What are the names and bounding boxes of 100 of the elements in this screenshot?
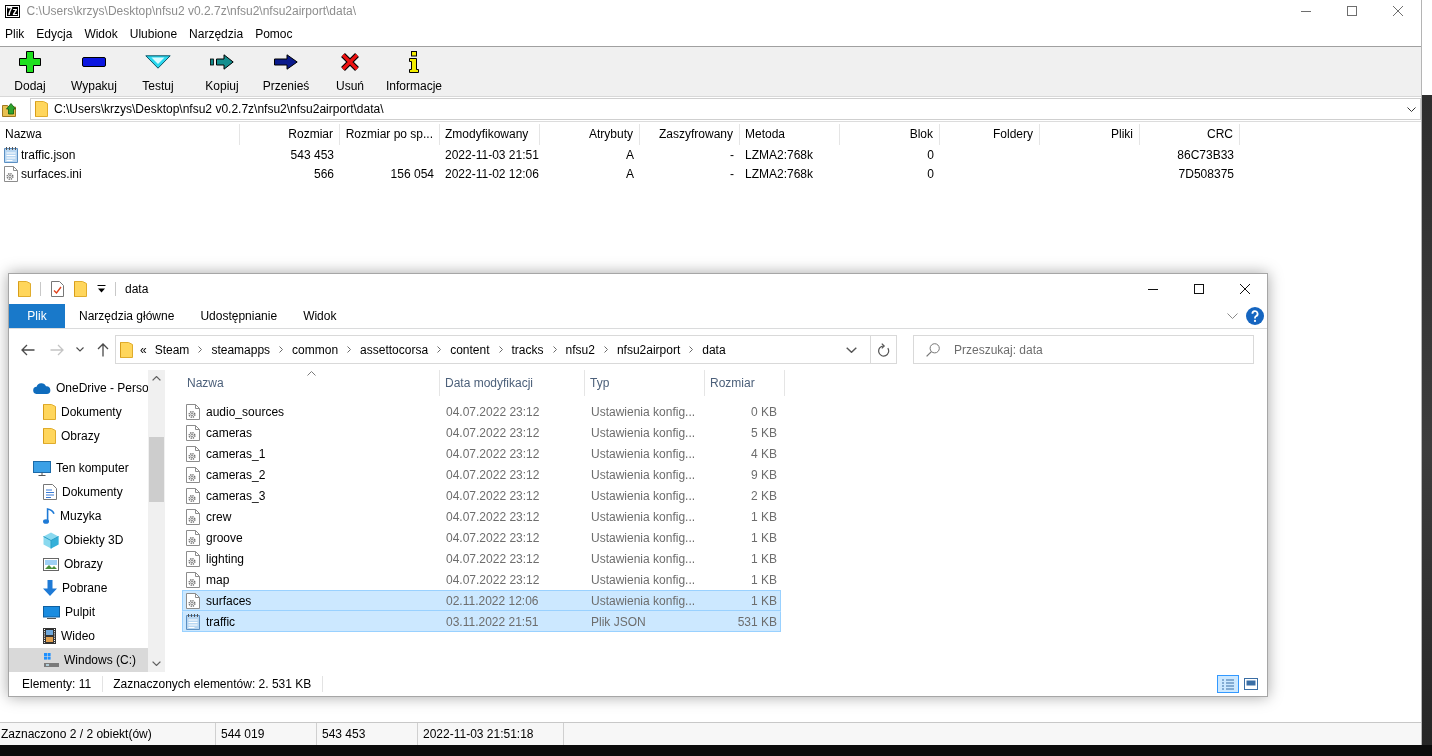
- dropdown-arrow-icon[interactable]: [97, 285, 106, 293]
- column-header[interactable]: Rozmiar po sp...: [340, 124, 440, 145]
- file-row[interactable]: audio_sources 04.07.2022 23:12 Ustawienia konfig... 0 KB: [182, 401, 781, 422]
- nav-item[interactable]: Windows (C:): [9, 648, 148, 672]
- extract-button[interactable]: Wypakuj: [64, 47, 124, 96]
- file-row[interactable]: lighting 04.07.2022 23:12 Ustawienia konfig... 1 KB: [182, 548, 781, 569]
- breadcrumb[interactable]: common: [288, 342, 343, 357]
- help-icon[interactable]: [1246, 307, 1264, 325]
- file-row[interactable]: cameras 04.07.2022 23:12 Ustawienia konfig... 5 KB: [182, 422, 781, 443]
- column-header[interactable]: Nazwa: [0, 124, 240, 145]
- breadcrumb[interactable]: content: [446, 342, 494, 357]
- menu-item[interactable]: Pomoc: [249, 27, 299, 41]
- file-row[interactable]: crew 04.07.2022 23:12 Ustawienia konfig... 1 KB: [182, 506, 781, 527]
- check-document-icon[interactable]: [51, 281, 64, 297]
- maximize-icon[interactable]: [1194, 284, 1204, 294]
- delete-button[interactable]: Usuń: [320, 47, 380, 96]
- move-button[interactable]: Przenieś: [256, 47, 316, 96]
- tiles-view-icon[interactable]: [1242, 675, 1260, 693]
- back-arrow-icon[interactable]: [21, 343, 35, 356]
- nav-item[interactable]: Ten komputer: [9, 456, 148, 480]
- nav-item[interactable]: Obiekty 3D: [9, 528, 148, 552]
- file-menu-tab[interactable]: Plik: [9, 304, 65, 328]
- column-header[interactable]: Foldery: [940, 124, 1040, 145]
- chevron-right-icon[interactable]: [347, 346, 352, 353]
- column-header[interactable]: Blok: [840, 124, 940, 145]
- test-button[interactable]: Testuj: [128, 47, 188, 96]
- nav-item[interactable]: Pobrane: [9, 576, 148, 600]
- chevron-right-icon[interactable]: [437, 346, 442, 353]
- nav-item[interactable]: Obrazy: [9, 424, 148, 448]
- breadcrumb[interactable]: nfsu2: [561, 342, 599, 357]
- chevron-down-icon[interactable]: [76, 347, 84, 352]
- breadcrumb[interactable]: steamapps: [207, 342, 275, 357]
- copy-button[interactable]: Kopiuj: [192, 47, 252, 96]
- scroll-down-icon[interactable]: [152, 661, 161, 666]
- menu-item[interactable]: Ulubione: [123, 27, 184, 41]
- breadcrumb[interactable]: Steam: [150, 342, 194, 357]
- column-header[interactable]: CRC: [1140, 124, 1240, 145]
- menu-item[interactable]: Narzędzia: [183, 27, 250, 41]
- column-header[interactable]: Zaszyfrowany: [640, 124, 740, 145]
- column-header[interactable]: Data modyfikacji: [440, 370, 585, 396]
- file-date: 04.07.2022 23:12: [445, 403, 541, 421]
- nav-item[interactable]: Obrazy: [9, 552, 148, 576]
- menu-item[interactable]: Edycja: [30, 27, 79, 41]
- chevron-right-icon[interactable]: [552, 346, 557, 353]
- ribbon-tab[interactable]: Narzędzia główne: [65, 304, 188, 328]
- chevron-right-icon[interactable]: [603, 346, 608, 353]
- file-row[interactable]: cameras_1 04.07.2022 23:12 Ustawienia konfig... 4 KB: [182, 443, 781, 464]
- info-button[interactable]: Informacje: [384, 47, 444, 96]
- column-header[interactable]: Rozmiar: [240, 124, 340, 145]
- nav-item[interactable]: Muzyka: [9, 504, 148, 528]
- folder-up-icon[interactable]: [2, 101, 19, 117]
- breadcrumb[interactable]: data: [698, 342, 730, 357]
- breadcrumb[interactable]: tracks: [507, 342, 548, 357]
- nav-item[interactable]: Wideo: [9, 624, 148, 648]
- file-row[interactable]: cameras_3 04.07.2022 23:12 Ustawienia konfig... 2 KB: [182, 485, 781, 506]
- column-header[interactable]: Typ: [585, 370, 705, 396]
- add-button[interactable]: Dodaj: [0, 47, 60, 96]
- chevron-right-icon[interactable]: [279, 346, 284, 353]
- nav-item[interactable]: Dokumenty: [9, 480, 148, 504]
- nav-item[interactable]: OneDrive - Perso: [9, 376, 148, 400]
- minimize-icon[interactable]: [1148, 288, 1158, 290]
- column-header[interactable]: Atrybuty: [540, 124, 640, 145]
- file-type: Ustawienia konfig...: [590, 508, 697, 526]
- menu-item[interactable]: Widok: [78, 27, 124, 41]
- file-row[interactable]: cameras_2 04.07.2022 23:12 Ustawienia konfig... 9 KB: [182, 464, 781, 485]
- chevron-right-icon[interactable]: [689, 346, 694, 353]
- chevron-down-icon[interactable]: [846, 346, 857, 353]
- column-header[interactable]: Metoda: [740, 124, 840, 145]
- file-type: Ustawienia konfig...: [590, 592, 697, 610]
- breadcrumb[interactable]: nfsu2airport: [612, 342, 685, 357]
- refresh-icon[interactable]: [877, 342, 890, 357]
- ribbon-tab[interactable]: Widok: [290, 304, 350, 328]
- ribbon-tab[interactable]: Udostępnianie: [187, 304, 291, 328]
- nav-item[interactable]: Dokumenty: [9, 400, 148, 424]
- address-bar[interactable]: « Steam steamapps common assettocorsa content tracks nfsu2 nfsu2airport data: [115, 335, 897, 364]
- breadcrumb[interactable]: assettocorsa: [356, 342, 433, 357]
- picture-icon: [43, 557, 59, 571]
- file-row[interactable]: map 04.07.2022 23:12 Ustawienia konfig... 1 KB: [182, 569, 781, 590]
- search-field[interactable]: Przeszukaj: data: [913, 335, 1254, 364]
- chevron-right-icon[interactable]: [498, 346, 503, 353]
- file-row[interactable]: groove 04.07.2022 23:12 Ustawienia konfig... 1 KB: [182, 527, 781, 548]
- nav-item[interactable]: Pulpit: [9, 600, 148, 624]
- file-row[interactable]: surfaces 02.11.2022 12:06 Ustawienia konfig... 1 KB: [182, 590, 781, 611]
- scroll-up-icon[interactable]: [152, 376, 161, 381]
- chevron-right-icon[interactable]: [198, 346, 203, 353]
- chevron-down-icon[interactable]: [1407, 106, 1416, 112]
- menu-item[interactable]: Plik: [0, 27, 31, 41]
- file-name: map: [206, 572, 230, 587]
- scrollbar-thumb[interactable]: [149, 437, 164, 502]
- address-field[interactable]: C:\Users\krzys\Desktop\nfsu2 v0.2.7z\nfsu2\nfsu2airport\data\: [30, 98, 1421, 120]
- column-header[interactable]: Pliki: [1040, 124, 1140, 145]
- overflow-button[interactable]: «: [140, 342, 151, 357]
- table-cell: -: [730, 147, 734, 162]
- column-header[interactable]: Zmodyfikowany: [440, 124, 540, 145]
- up-arrow-icon[interactable]: [97, 342, 109, 357]
- close-icon[interactable]: [1240, 284, 1250, 294]
- column-header[interactable]: Rozmiar: [705, 370, 785, 396]
- down-triangle-icon: [145, 55, 171, 69]
- file-row[interactable]: traffic 03.11.2022 21:51 Plik JSON 531 KB: [182, 611, 781, 632]
- column-header[interactable]: Nazwa: [182, 370, 440, 396]
